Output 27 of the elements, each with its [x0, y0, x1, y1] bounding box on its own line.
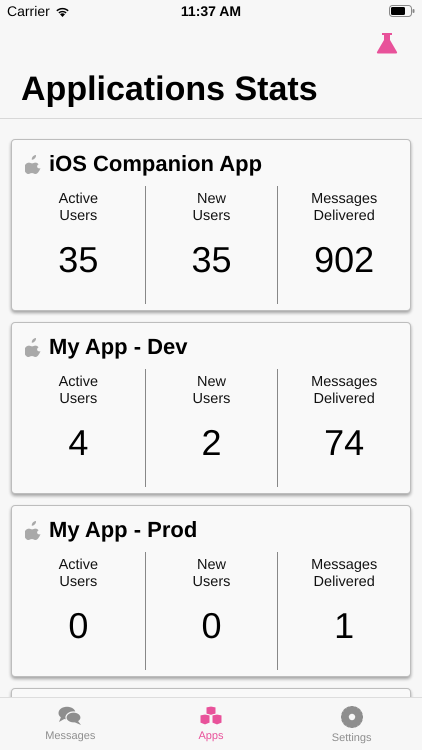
stat-value: 4	[68, 422, 88, 464]
app-name: iOS Companion App	[49, 151, 262, 177]
page-title: Applications Stats	[21, 70, 318, 109]
stat-label: Messages Delivered	[311, 191, 378, 225]
stat-value: 35	[191, 239, 232, 281]
stat-label: New Users	[192, 191, 230, 225]
stat-label: Active Users	[58, 191, 98, 225]
app-card[interactable]: iOS Companion App Active Users 35 New Users 35 Messages Delivered 902	[11, 139, 411, 311]
stat-value: 2	[201, 422, 222, 464]
stat-label: New Users	[192, 374, 230, 408]
stat-value: 0	[68, 605, 88, 647]
app-card[interactable]: My App - Dev Active Users 4 New Users 2 Messages Delivered 74	[11, 322, 411, 494]
stat-label: New Users	[192, 557, 230, 591]
stat-value: 0	[201, 605, 222, 647]
status-time: 11:37 AM	[180, 3, 242, 19]
stat-value: 35	[58, 239, 98, 281]
stat-value: 902	[314, 239, 374, 281]
stat-value: 74	[324, 422, 364, 464]
stat-label: Messages Delivered	[311, 557, 378, 591]
app-name: My App - Dev	[49, 334, 188, 360]
app-card[interactable]: My App - Prod Active Users 0 New Users 0 Messages Delivered 1	[11, 505, 411, 677]
carrier-label: Carrier	[7, 3, 50, 19]
stat-label: Active Users	[58, 374, 98, 408]
stat-label: Active Users	[58, 557, 98, 591]
stat-value: 1	[334, 605, 354, 647]
stat-label: Messages Delivered	[311, 374, 378, 408]
app-name: My App - Prod	[49, 517, 198, 543]
